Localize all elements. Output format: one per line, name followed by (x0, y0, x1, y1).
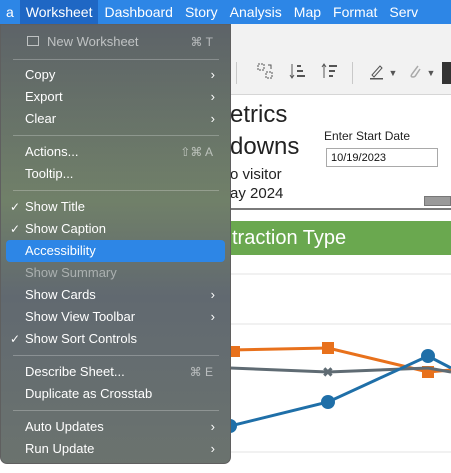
menu-item-copy[interactable]: Copy › (6, 64, 225, 86)
menu-item-duplicate-as-crosstab[interactable]: Duplicate as Crosstab (6, 383, 225, 405)
series-line-blue (229, 354, 451, 428)
checkmark-icon: ✓ (10, 222, 21, 236)
menu-item-label: Show Sort Controls (25, 331, 137, 346)
menu-item-actions[interactable]: Actions... ⇧⌘ A (6, 141, 225, 163)
menu-item-label: Run Update (25, 441, 95, 456)
new-worksheet-icon (27, 36, 39, 46)
data-point-blue[interactable] (421, 349, 435, 363)
menu-item-label: Actions... (25, 144, 79, 159)
menu-item-label: Describe Sheet... (25, 364, 125, 379)
data-point-blue[interactable] (321, 395, 335, 409)
menu-item-clear[interactable]: Clear › (6, 108, 225, 130)
shortcut-label: ⇧⌘ A (180, 145, 213, 159)
chevron-right-icon: › (210, 89, 215, 104)
menu-item-tooltip[interactable]: Tooltip... (6, 163, 225, 185)
menu-item-label: Copy (25, 67, 56, 82)
chevron-down-icon[interactable]: ▼ (426, 62, 436, 84)
chevron-right-icon: › (210, 67, 215, 82)
dashboard-subtitle-line-2: ay 2024 (230, 185, 284, 202)
menu-item-label: Clear (25, 111, 57, 126)
menu-item-label: Auto Updates (25, 419, 104, 434)
menubar-item-analysis[interactable]: Analysis (224, 0, 288, 24)
menu-item-show-cards[interactable]: Show Cards › (6, 284, 225, 306)
sort-ascending-icon[interactable] (287, 62, 309, 84)
menubar-item-server[interactable]: Serv (383, 0, 424, 24)
chevron-right-icon: › (210, 111, 215, 126)
menu-separator (13, 355, 219, 356)
menu-item-label: Show View Toolbar (25, 309, 136, 324)
dashboard-title-line-2: downs (230, 133, 300, 160)
data-point-orange[interactable] (229, 346, 240, 357)
menu-separator (13, 135, 219, 136)
shortcut-label: ⌘ E (189, 365, 213, 379)
menu-item-label: New Worksheet (47, 34, 139, 49)
swap-icon[interactable] (254, 62, 276, 84)
menu-item-show-sort-controls[interactable]: ✓ Show Sort Controls (6, 328, 225, 350)
data-point-blue[interactable] (223, 419, 237, 433)
paperclip-icon[interactable] (404, 62, 426, 84)
menu-item-run-update[interactable]: Run Update › (6, 438, 225, 460)
menubar-item-dashboard[interactable]: Dashboard (98, 0, 179, 24)
menu-item-label: Show Title (25, 199, 85, 214)
attraction-type-banner: traction Type (230, 221, 451, 255)
menubar-item-format[interactable]: Format (327, 0, 383, 24)
menu-item-show-view-toolbar[interactable]: Show View Toolbar › (6, 306, 225, 328)
menu-item-new-worksheet[interactable]: New Worksheet ⌘ T (6, 31, 225, 53)
chevron-right-icon: › (210, 287, 215, 302)
menu-separator (13, 410, 219, 411)
line-chart: ✖ (223, 264, 451, 468)
menu-item-show-title[interactable]: ✓ Show Title (6, 196, 225, 218)
menubar-item-map[interactable]: Map (288, 0, 327, 24)
data-point-orange[interactable] (322, 342, 334, 354)
toolbar-separator (236, 62, 237, 84)
highlight-pen-icon[interactable] (366, 62, 388, 84)
menu-item-auto-updates[interactable]: Auto Updates › (6, 416, 225, 438)
menubar-item-worksheet[interactable]: Worksheet (19, 0, 99, 24)
data-point-gray[interactable]: ✖ (322, 365, 334, 381)
checkmark-icon: ✓ (10, 332, 21, 346)
chevron-down-icon[interactable]: ▼ (388, 62, 398, 84)
sort-descending-icon[interactable] (319, 62, 341, 84)
shortcut-label: ⌘ T (190, 35, 213, 49)
present-mode-icon[interactable] (442, 62, 451, 84)
toolbar-separator (352, 62, 353, 84)
menu-separator (13, 59, 219, 60)
worksheet-menu: New Worksheet ⌘ T Copy › Export › Clear … (0, 24, 231, 464)
menubar-item-app[interactable]: a (0, 0, 20, 24)
section-divider (230, 208, 451, 210)
menu-separator (13, 190, 219, 191)
chevron-right-icon: › (210, 441, 215, 456)
menu-item-label: Duplicate as Crosstab (25, 386, 153, 401)
menu-item-show-caption[interactable]: ✓ Show Caption (6, 218, 225, 240)
checkmark-icon: ✓ (10, 200, 21, 214)
menu-item-export[interactable]: Export › (6, 86, 225, 108)
menu-item-label: Tooltip... (25, 166, 74, 181)
menu-bar: a Worksheet Dashboard Story Analysis Map… (0, 0, 451, 24)
menu-item-show-summary: Show Summary (6, 262, 225, 284)
dashboard-subtitle-line-1: o visitor (230, 166, 282, 183)
dashboard-title-line-1: etrics (230, 101, 288, 128)
start-date-label: Enter Start Date (324, 129, 411, 143)
layout-handle[interactable] (424, 196, 451, 206)
menu-item-label: Show Caption (25, 221, 106, 236)
menu-item-describe-sheet[interactable]: Describe Sheet... ⌘ E (6, 361, 225, 383)
start-date-input[interactable]: 10/19/2023 (326, 148, 438, 167)
chevron-right-icon: › (210, 309, 215, 324)
menu-item-label: Accessibility (25, 243, 96, 258)
menu-item-label: Show Summary (25, 265, 117, 280)
menu-item-label: Export (25, 89, 63, 104)
menu-item-accessibility[interactable]: Accessibility (6, 240, 225, 262)
chevron-right-icon: › (210, 419, 215, 434)
menu-item-label: Show Cards (25, 287, 96, 302)
menubar-item-story[interactable]: Story (179, 0, 224, 24)
